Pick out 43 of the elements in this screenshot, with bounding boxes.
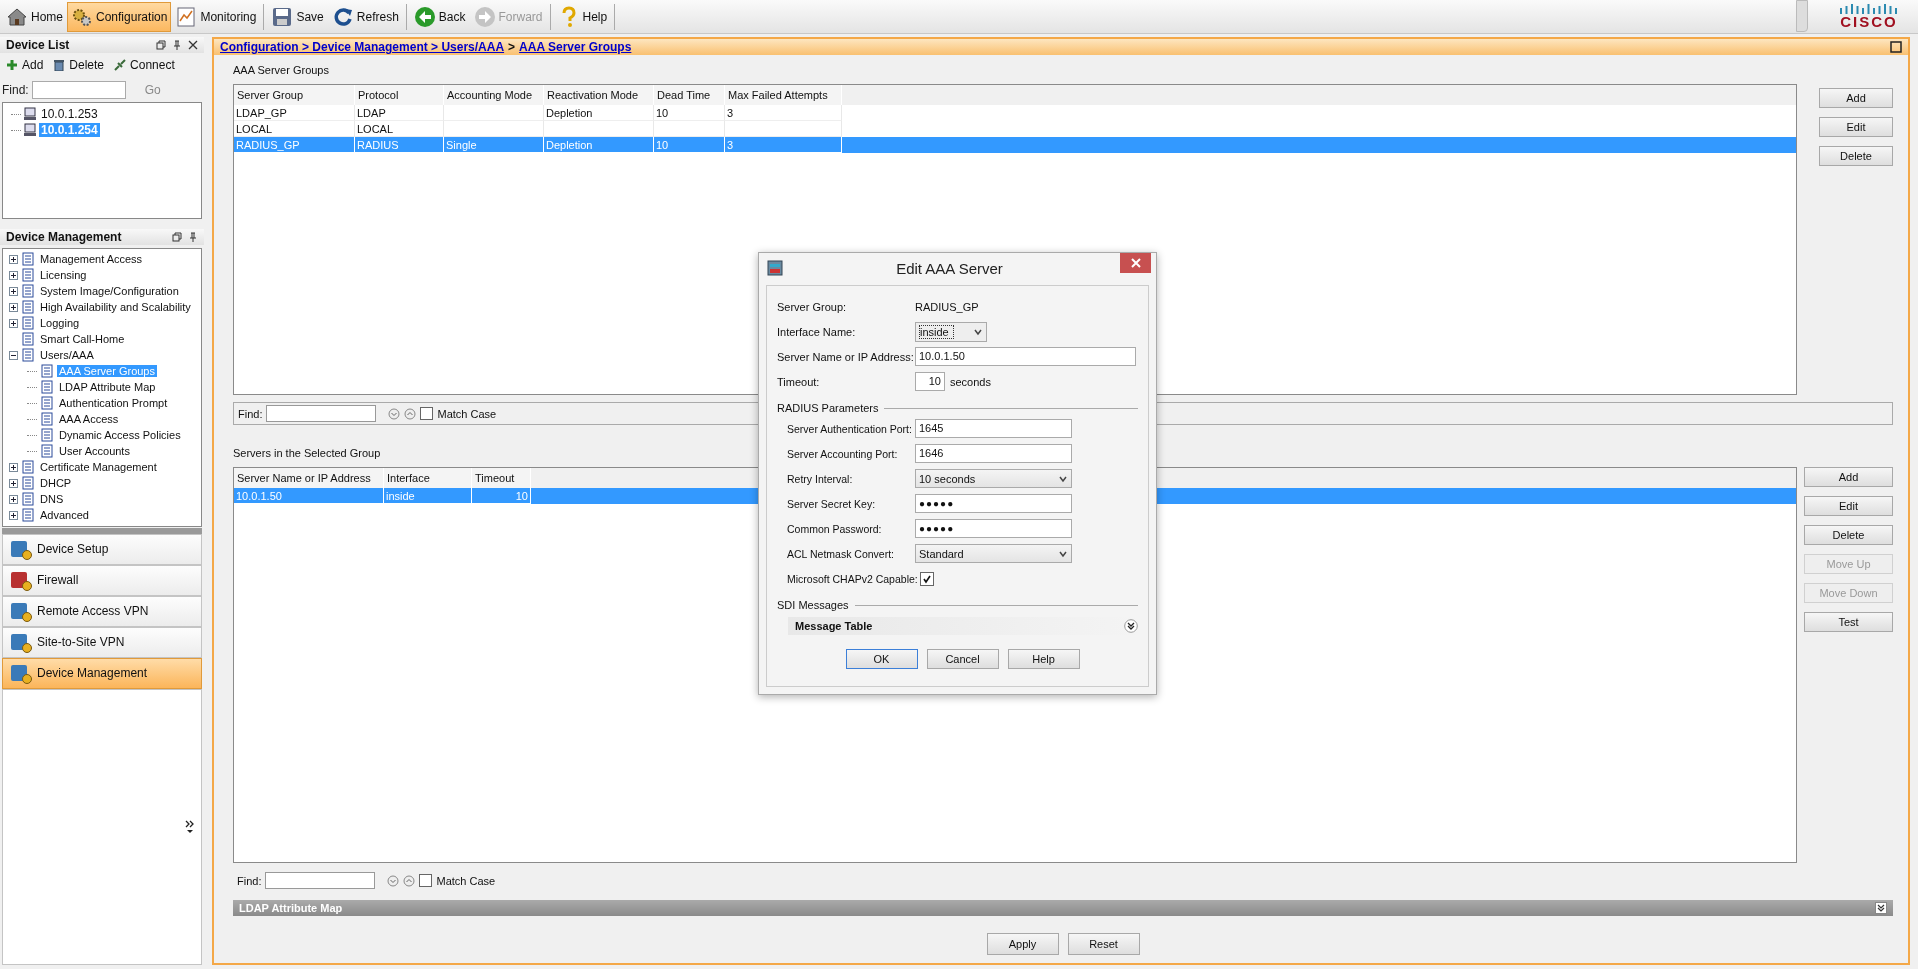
field-label: Server Group:	[777, 300, 848, 313]
find-label: Find:	[237, 874, 262, 887]
section-title: SDI Messages	[777, 599, 849, 611]
field-label: Microsoft CHAPv2 Capable:	[786, 572, 919, 585]
table-cell: 10.0.1.50	[234, 488, 384, 504]
field-label: Server Name or IP Address:	[777, 350, 915, 363]
pane-title: Device Management	[6, 230, 123, 244]
field-value: RADIUS_GP	[915, 300, 979, 313]
checkbox-label: Match Case	[437, 407, 497, 420]
table-cell: RADIUS	[355, 137, 444, 153]
table-cell: 3	[725, 137, 842, 153]
section-title: AAA Server Groups	[233, 63, 329, 78]
panel-title: Message Table	[795, 620, 874, 632]
table-cell: LDAP	[355, 105, 444, 121]
field-label: Server Accounting Port:	[786, 447, 899, 460]
field-label: Interface Name:	[777, 325, 857, 338]
table-cell: 10	[654, 137, 725, 153]
table-cell: Depletion	[544, 137, 654, 153]
bar-title: LDAP Attribute Map	[239, 902, 344, 914]
field-label: Timeout:	[777, 375, 821, 388]
table-cell: 3	[725, 105, 842, 121]
table-cell: LDAP_GP	[234, 105, 355, 121]
table-cell: 10	[472, 488, 531, 504]
unit-label: seconds	[950, 375, 991, 388]
table-cell: inside	[384, 488, 472, 504]
table-cell: Single	[444, 137, 544, 153]
section-title: Servers in the Selected Group	[233, 446, 381, 461]
field-label: ACL Netmask Convert:	[786, 547, 895, 560]
find-label: Find:	[238, 407, 263, 420]
field-label: Retry Interval:	[786, 472, 854, 485]
find-label: Find:	[2, 83, 29, 97]
pane-title: Device List	[6, 38, 71, 52]
dialog-title: Edit AAA Server	[895, 259, 1004, 277]
breadcrumb-separator: >	[508, 40, 516, 54]
table-cell: Depletion	[544, 105, 654, 121]
table-cell: 10	[654, 105, 725, 121]
checkbox-label: Match Case	[436, 874, 496, 887]
field-label: Server Secret Key:	[786, 497, 877, 510]
table-cell: RADIUS_GP	[234, 137, 355, 153]
field-label: Server Authentication Port:	[786, 422, 913, 435]
field-label: Common Password:	[786, 522, 883, 535]
section-title: RADIUS Parameters	[777, 402, 879, 414]
logo-text: CISCO	[1840, 13, 1898, 30]
